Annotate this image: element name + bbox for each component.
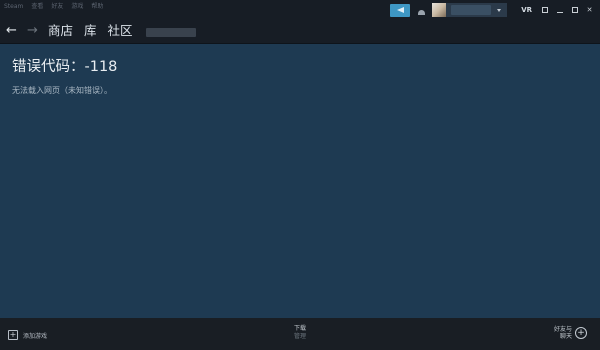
- title-bar: Steam 查看 好友 游戏 帮助 VR ✕: [0, 0, 600, 20]
- menu-item-view[interactable]: 查看: [31, 3, 43, 11]
- maximize-icon: [571, 7, 578, 13]
- plus-circle-icon: +: [575, 327, 587, 339]
- downloads-label: 下载: [293, 325, 306, 332]
- nav-links: 商店 库 社区: [48, 23, 133, 39]
- notifications-button[interactable]: [416, 5, 426, 15]
- title-bar-controls: VR ✕: [390, 3, 594, 17]
- plus-icon: +: [8, 330, 18, 340]
- friends-chat-button[interactable]: 好友与 聊天 +: [554, 326, 587, 340]
- menu-item-games[interactable]: 游戏: [71, 3, 83, 11]
- chevron-down-icon: [497, 8, 502, 12]
- minimize-icon: [556, 11, 563, 13]
- profile-menu[interactable]: [432, 3, 508, 17]
- nav-community[interactable]: 社区: [108, 23, 133, 39]
- downloads-manage-label: 管理: [293, 333, 306, 340]
- nav-username-redacted[interactable]: [146, 28, 196, 37]
- megaphone-icon: [396, 7, 404, 13]
- friends-chat-label: 好友与 聊天: [554, 326, 572, 340]
- downloads-button[interactable]: 下载 管理: [285, 325, 315, 341]
- friends-label-line2: 聊天: [559, 333, 572, 340]
- bottom-bar: + 添加游戏 下载 管理 好友与 聊天 +: [0, 318, 600, 350]
- nav-library[interactable]: 库: [84, 23, 97, 39]
- close-button[interactable]: ✕: [585, 6, 594, 15]
- nav-store[interactable]: 商店: [48, 23, 73, 39]
- friends-label-line1: 好友与: [553, 326, 572, 333]
- error-title: 错误代码：-118: [12, 59, 118, 75]
- add-game-button[interactable]: + 添加游戏: [8, 330, 47, 340]
- big-picture-icon: [541, 7, 548, 13]
- announcements-button[interactable]: [390, 3, 411, 17]
- menu-item-friends[interactable]: 好友: [51, 3, 63, 11]
- back-button[interactable]: ←: [6, 22, 17, 40]
- menu-bar: Steam 查看 好友 游戏 帮助: [4, 3, 103, 11]
- menu-item-steam[interactable]: Steam: [4, 3, 23, 11]
- steam-window: Steam 查看 好友 游戏 帮助 VR ✕ ← → 商店 库 社区 错误代码：…: [0, 0, 600, 350]
- close-icon: ✕: [586, 6, 593, 14]
- navigation-bar: ← → 商店 库 社区: [0, 20, 600, 44]
- profile-name-redacted: [451, 5, 492, 15]
- maximize-button[interactable]: [570, 6, 579, 15]
- error-message: 无法载入网页（未知错误）。: [12, 86, 112, 95]
- avatar: [432, 3, 447, 17]
- add-game-label: 添加游戏: [23, 332, 48, 340]
- big-picture-button[interactable]: [540, 6, 549, 15]
- minimize-button[interactable]: [555, 6, 564, 15]
- error-page: 错误代码：-118 无法载入网页（未知错误）。: [0, 44, 600, 318]
- menu-item-help[interactable]: 帮助: [91, 3, 103, 11]
- forward-button[interactable]: →: [27, 22, 38, 40]
- bell-icon: [417, 10, 425, 15]
- vr-button[interactable]: VR: [519, 6, 534, 14]
